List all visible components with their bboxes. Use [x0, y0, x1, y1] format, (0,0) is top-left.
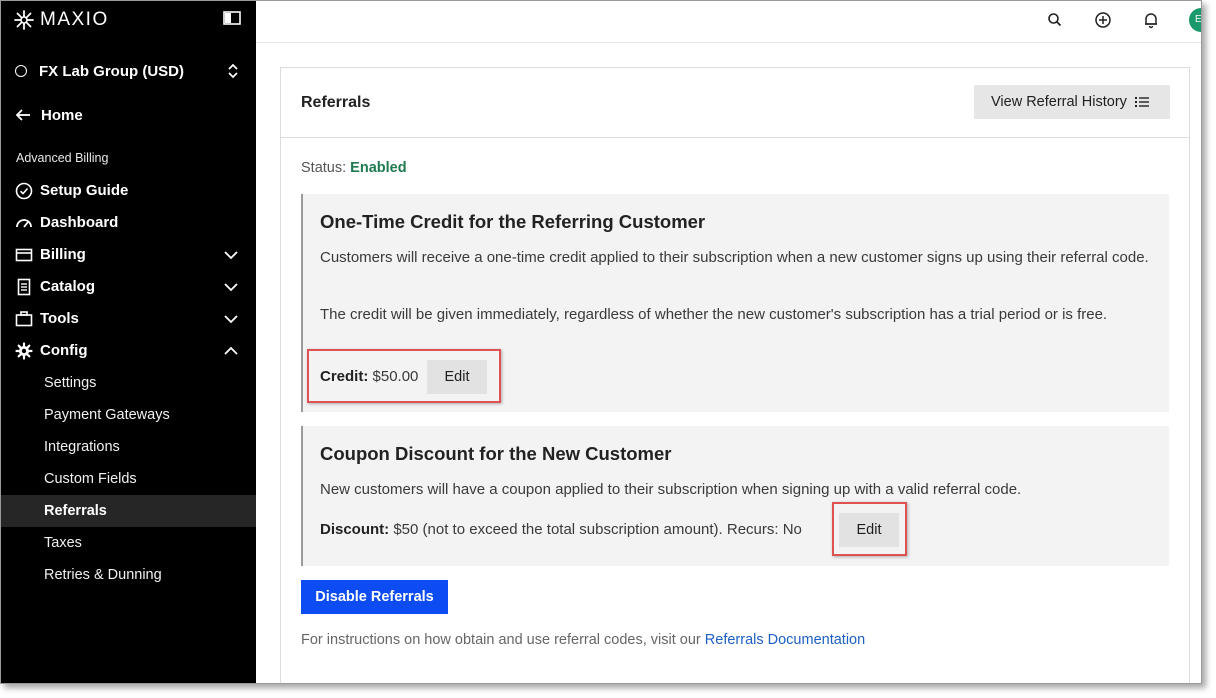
sidebar: MAXIO FX Lab Group (USD) Home Advanced B…: [1, 1, 256, 683]
site-status-icon: [15, 65, 27, 77]
coupon-panel-title: Coupon Discount for the New Customer: [320, 443, 672, 464]
subnav-item-label: Custom Fields: [44, 471, 137, 487]
sidebar-collapse-icon[interactable]: [223, 11, 241, 25]
discount-label: Discount:: [320, 521, 390, 538]
subnav-item-label: Retries & Dunning: [44, 567, 162, 583]
subnav-item-label: Taxes: [44, 535, 82, 551]
credit-field: Credit: $50.00: [320, 368, 418, 385]
chevron-down-icon: [224, 315, 238, 324]
subnav-item-custom-fields[interactable]: Custom Fields: [1, 463, 256, 495]
site-name: FX Lab Group (USD): [39, 62, 184, 80]
credit-panel-note: The credit will be given immediately, re…: [320, 306, 1108, 323]
nav-item-label: Config: [40, 342, 88, 359]
nav-item-label: Setup Guide: [40, 182, 129, 199]
nav-item-label: Billing: [40, 246, 86, 263]
brand-name: MAXIO: [40, 9, 109, 30]
nav-home[interactable]: Home: [15, 102, 83, 128]
search-icon[interactable]: [1046, 11, 1064, 29]
add-circle-icon[interactable]: [1094, 11, 1112, 29]
discount-field: Discount: $50 (not to exceed the total s…: [320, 521, 802, 538]
subnav-item-label: Payment Gateways: [44, 407, 170, 423]
credit-panel-description: Customers will receive a one-time credit…: [320, 249, 1149, 266]
chevron-up-icon: [224, 346, 238, 355]
briefcase-icon: [15, 311, 33, 327]
nav-item-tools[interactable]: Tools: [1, 303, 256, 335]
status-row: Status: Enabled: [301, 160, 407, 176]
subnav-item-label: Integrations: [44, 439, 120, 455]
credit-label: Credit:: [320, 368, 369, 385]
referrals-card: Referrals View Referral History Status: …: [280, 67, 1190, 683]
credit-value: $50.00: [372, 368, 419, 385]
edit-credit-button[interactable]: Edit: [427, 360, 487, 394]
section-label: Advanced Billing: [16, 151, 109, 165]
nav-item-label: Tools: [40, 310, 79, 327]
page-title: Referrals: [301, 94, 371, 111]
subnav-item-taxes[interactable]: Taxes: [1, 527, 256, 559]
subnav-item-retries-dunning[interactable]: Retries & Dunning: [1, 559, 256, 591]
user-avatar[interactable]: E: [1189, 8, 1201, 32]
gauge-icon: [16, 219, 32, 228]
subnav-item-label: Settings: [44, 375, 97, 391]
nav-item-config[interactable]: Config: [1, 335, 256, 367]
subnav-item-referrals[interactable]: Referrals: [1, 495, 256, 527]
nav-item-label: Catalog: [40, 278, 96, 295]
card-icon: [15, 248, 33, 262]
status-label: Status:: [301, 160, 347, 176]
subnav-item-label: Referrals: [44, 503, 107, 519]
button-label: View Referral History: [991, 94, 1127, 110]
coupon-panel: Coupon Discount for the New Customer New…: [301, 426, 1169, 566]
brand-logo[interactable]: MAXIO: [13, 7, 109, 33]
view-referral-history-button[interactable]: View Referral History: [974, 85, 1170, 119]
status-value: Enabled: [350, 160, 407, 176]
credit-panel-title: One-Time Credit for the Referring Custom…: [320, 211, 706, 232]
nav-item-setup-guide[interactable]: Setup Guide: [1, 175, 256, 207]
card-header: Referrals View Referral History: [281, 68, 1189, 138]
chevron-down-icon: [224, 283, 238, 292]
edit-discount-button[interactable]: Edit: [839, 513, 899, 547]
maxio-logo-icon: [14, 10, 34, 30]
check-circle-icon: [15, 182, 33, 200]
nav-home-label: Home: [41, 106, 83, 124]
disable-referrals-button[interactable]: Disable Referrals: [301, 580, 448, 614]
footnote: For instructions on how obtain and use r…: [301, 632, 865, 648]
nav-item-catalog[interactable]: Catalog: [1, 271, 256, 303]
credit-panel: One-Time Credit for the Referring Custom…: [301, 194, 1169, 412]
nav-item-billing[interactable]: Billing: [1, 239, 256, 271]
subnav-item-integrations[interactable]: Integrations: [1, 431, 256, 463]
chevron-updown-icon: [228, 63, 238, 79]
referrals-documentation-link[interactable]: Referrals Documentation: [705, 632, 865, 648]
site-selector[interactable]: FX Lab Group (USD): [15, 58, 243, 84]
coupon-panel-description: New customers will have a coupon applied…: [320, 481, 1022, 498]
top-bar: E: [256, 1, 1201, 43]
chevron-down-icon: [224, 251, 238, 260]
nav-item-dashboard[interactable]: Dashboard: [1, 207, 256, 239]
discount-value: $50 (not to exceed the total subscriptio…: [393, 521, 802, 538]
nav-item-label: Dashboard: [40, 214, 119, 231]
bell-icon[interactable]: [1142, 11, 1160, 29]
list-icon: [1134, 97, 1149, 107]
subnav-item-settings[interactable]: Settings: [1, 367, 256, 399]
subnav-item-payment-gateways[interactable]: Payment Gateways: [1, 399, 256, 431]
gear-icon: [15, 342, 33, 360]
document-icon: [17, 278, 31, 296]
footnote-text: For instructions on how obtain and use r…: [301, 632, 701, 648]
arrow-left-icon: [15, 109, 30, 121]
app-window: MAXIO FX Lab Group (USD) Home Advanced B…: [0, 0, 1202, 684]
